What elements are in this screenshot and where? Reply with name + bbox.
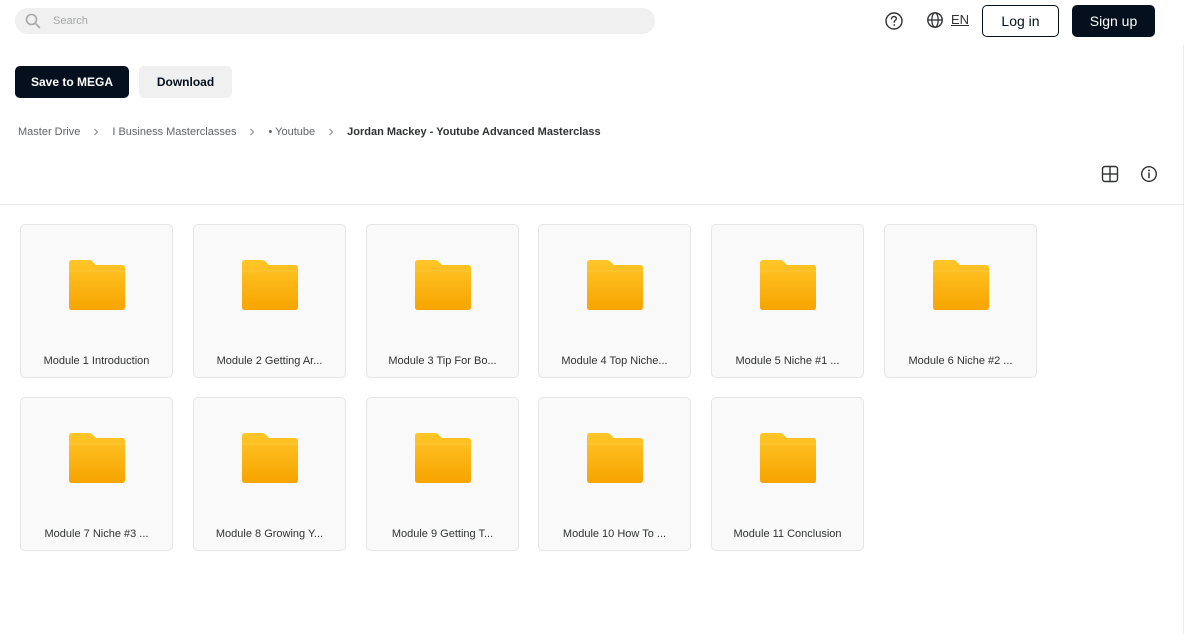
folder-name: Module 6 Niche #2 ... (908, 355, 1013, 367)
folder-card[interactable]: Module 3 Tip For Bo... (366, 224, 519, 378)
folder-card[interactable]: Module 9 Getting T... (366, 397, 519, 551)
folder-card[interactable]: Module 6 Niche #2 ... (884, 224, 1037, 378)
folder-name: Module 5 Niche #1 ... (735, 355, 840, 367)
breadcrumb: Master Drive I Business Masterclasses • … (18, 125, 601, 139)
folder-icon (760, 260, 816, 310)
chevron-right-icon (94, 128, 99, 136)
save-to-mega-button[interactable]: Save to MEGA (15, 66, 129, 98)
folder-name: Module 11 Conclusion (733, 528, 842, 540)
folder-icon (415, 433, 471, 483)
help-icon[interactable] (884, 11, 904, 31)
folder-name: Module 1 Introduction (43, 355, 150, 367)
folder-icon (69, 433, 125, 483)
search-icon (25, 13, 41, 29)
folder-card[interactable]: Module 8 Growing Y... (193, 397, 346, 551)
folder-icon (587, 260, 643, 310)
folder-name: Module 10 How To ... (562, 528, 667, 540)
breadcrumb-item-master-drive[interactable]: Master Drive (18, 126, 80, 138)
search-input[interactable] (53, 12, 643, 30)
folder-card[interactable]: Module 4 Top Niche... (538, 224, 691, 378)
folder-icon (587, 433, 643, 483)
folder-icon (415, 260, 471, 310)
folder-card[interactable]: Module 10 How To ... (538, 397, 691, 551)
folder-card[interactable]: Module 2 Getting Ar... (193, 224, 346, 378)
chevron-right-icon (250, 128, 255, 136)
folder-card[interactable]: Module 5 Niche #1 ... (711, 224, 864, 378)
folder-name: Module 7 Niche #3 ... (44, 528, 149, 540)
chevron-right-icon (329, 128, 334, 136)
folder-card[interactable]: Module 1 Introduction (20, 224, 173, 378)
folder-card[interactable]: Module 7 Niche #3 ... (20, 397, 173, 551)
folder-icon (242, 260, 298, 310)
folder-icon (242, 433, 298, 483)
info-icon[interactable] (1140, 165, 1158, 183)
language-selector[interactable]: EN (951, 12, 969, 27)
folder-card[interactable]: Module 11 Conclusion (711, 397, 864, 551)
folder-name: Module 2 Getting Ar... (216, 355, 323, 367)
signup-button[interactable]: Sign up (1072, 5, 1155, 37)
breadcrumb-item-business-masterclasses[interactable]: I Business Masterclasses (112, 126, 236, 138)
folder-name: Module 4 Top Niche... (561, 355, 668, 367)
folder-name: Module 3 Tip For Bo... (388, 355, 497, 367)
breadcrumb-item-youtube[interactable]: • Youtube (268, 126, 315, 138)
grid-view-icon[interactable] (1101, 165, 1119, 183)
breadcrumb-item-current: Jordan Mackey - Youtube Advanced Masterc… (347, 126, 601, 138)
folder-name: Module 9 Getting T... (391, 528, 494, 540)
folder-name: Module 8 Growing Y... (215, 528, 324, 540)
globe-icon (927, 12, 943, 28)
folder-icon (760, 433, 816, 483)
content-divider (0, 204, 1184, 205)
download-button[interactable]: Download (139, 66, 232, 98)
search-bar[interactable] (15, 8, 655, 34)
login-button[interactable]: Log in (982, 5, 1059, 37)
folder-icon (933, 260, 989, 310)
folder-icon (69, 260, 125, 310)
